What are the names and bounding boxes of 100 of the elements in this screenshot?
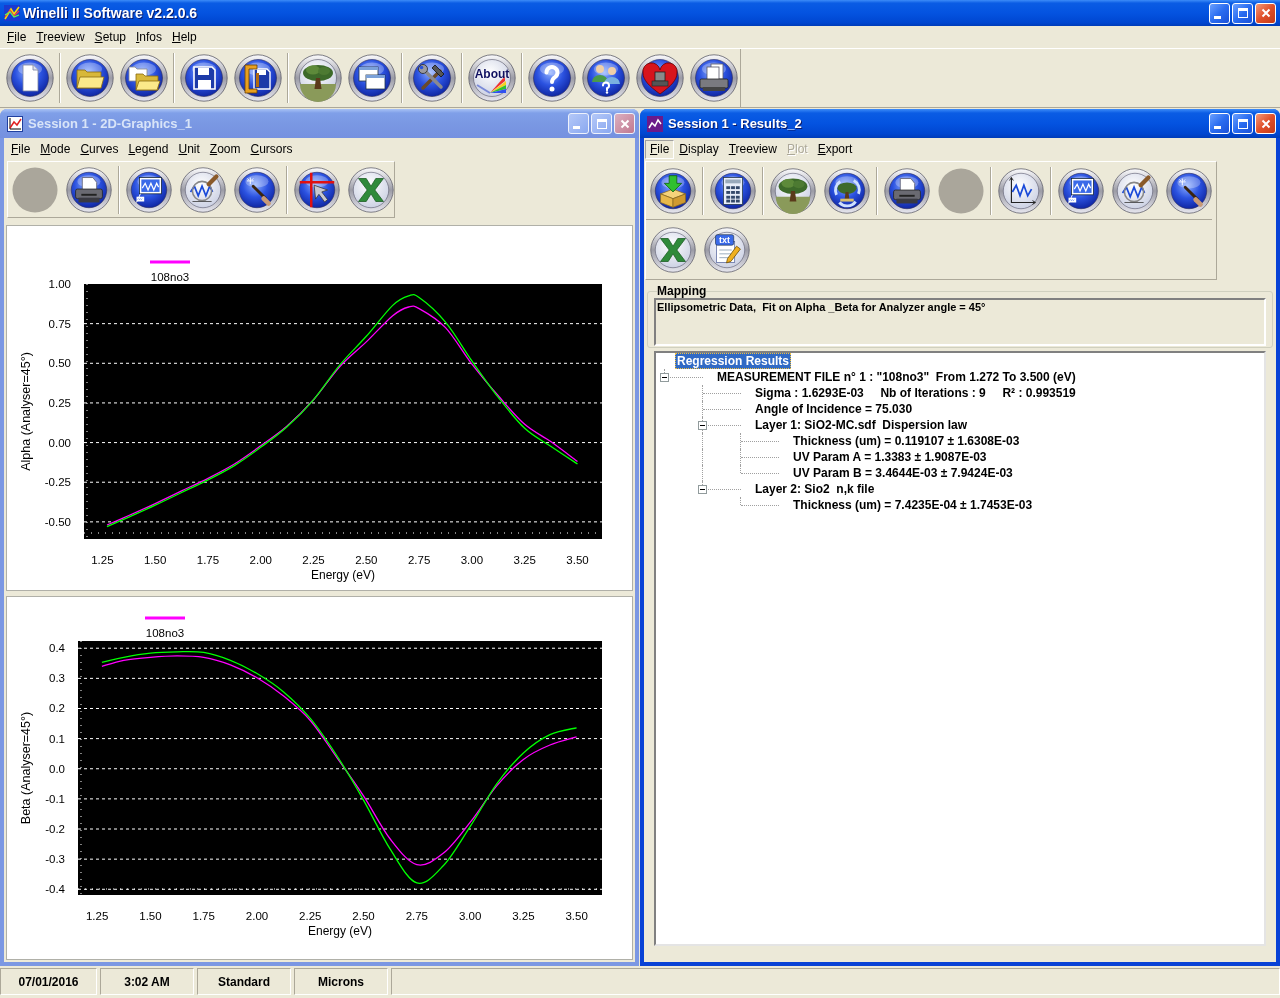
line-chart-icon xyxy=(4,5,20,21)
calculator-icon[interactable] xyxy=(710,167,756,214)
tree-icon[interactable] xyxy=(770,167,816,214)
menu-item[interactable]: File xyxy=(645,139,675,159)
x-tick-label: 2.25 xyxy=(299,910,322,922)
window-title: Winelli II Software v2.2.0.6 xyxy=(23,3,199,23)
y-tick-label: 0.75 xyxy=(48,317,71,330)
x-mark-icon[interactable] xyxy=(650,226,696,273)
collapse-icon[interactable] xyxy=(698,485,707,494)
status-panel: Standard xyxy=(197,968,291,995)
magnifier-chart-icon[interactable] xyxy=(180,166,226,213)
notepad-button[interactable]: txt xyxy=(704,226,750,273)
y-tick-label: 0.50 xyxy=(48,357,71,370)
menu-item[interactable]: Mode xyxy=(35,139,76,159)
people-question-icon[interactable] xyxy=(582,54,630,102)
printer-icon[interactable] xyxy=(66,166,112,213)
floppy-disk-icon[interactable] xyxy=(180,54,228,102)
y-tick-label: 1.00 xyxy=(48,278,71,290)
maximize-icon xyxy=(1237,118,1248,129)
menu-item[interactable]: Treeview xyxy=(723,139,782,159)
tree-item[interactable]: Layer 1: SiO2-MC.sdf Dispersion law xyxy=(753,417,970,433)
tree-item[interactable]: Regression Results xyxy=(675,353,792,369)
x-mark-icon[interactable] xyxy=(348,166,394,213)
x-tick-label: 2.25 xyxy=(302,554,325,566)
tree-item[interactable]: Thickness (um) = 7.4235E-04 ± 1.7453E-03 xyxy=(791,497,1035,513)
x-tick-label: 2.50 xyxy=(355,554,378,566)
minimize-icon xyxy=(1214,126,1221,129)
x-tick-label: 1.25 xyxy=(91,554,114,566)
printer-icon[interactable] xyxy=(884,167,930,214)
x-tick-label: 3.00 xyxy=(458,910,482,922)
menu-item[interactable]: Treeview xyxy=(31,27,90,47)
tree-item[interactable]: Sigma : 1.6293E-03 Nb of Iterations : 9 R² : 0.993519 xyxy=(753,385,1078,401)
x-tick-label: 1.75 xyxy=(192,910,215,922)
maximize-icon xyxy=(1237,8,1248,18)
tree-item[interactable]: Layer 2: Sio2 n,k file xyxy=(753,481,877,497)
chart-window-icon[interactable] xyxy=(126,166,172,213)
folders-icon[interactable] xyxy=(120,54,168,102)
tree-icon[interactable] xyxy=(294,54,342,102)
chart-window-icon[interactable] xyxy=(1058,167,1104,214)
menu-item[interactable]: Zoom xyxy=(204,139,246,159)
tree-item[interactable]: MEASUREMENT FILE n° 1 : "108no3" From 1.272 To 3.500 (eV) xyxy=(715,369,1078,385)
close-icon xyxy=(1260,118,1271,129)
xy-graph-icon[interactable] xyxy=(998,167,1044,214)
notepad-pencil-icon xyxy=(704,226,750,273)
x-axis-title: Energy (eV) xyxy=(311,568,375,582)
crosshair-cursor-icon[interactable] xyxy=(294,166,340,213)
menu-item[interactable]: Help xyxy=(167,27,202,47)
menu-item[interactable]: Export xyxy=(812,139,858,159)
menu-item[interactable]: Legend xyxy=(123,139,174,159)
collapse-icon[interactable] xyxy=(660,373,669,382)
close-button[interactable] xyxy=(614,113,635,134)
menu-item[interactable]: File xyxy=(6,139,36,159)
menu-item[interactable]: Display xyxy=(674,139,724,159)
x-tick-label: 1.25 xyxy=(86,910,109,922)
menu-item[interactable]: File xyxy=(2,27,32,47)
y-tick-label: 0.2 xyxy=(49,702,65,715)
document-icon[interactable] xyxy=(6,54,54,102)
menu-item[interactable]: Cursors xyxy=(245,139,298,159)
tree-item[interactable]: Angle of Incidence = 75.030 xyxy=(753,401,915,417)
collapse-icon[interactable] xyxy=(698,421,707,430)
tree-item[interactable]: UV Param A = 1.3383 ± 1.9087E-03 xyxy=(791,449,989,465)
close-icon xyxy=(1260,8,1271,18)
legend-label: 108no3 xyxy=(145,627,185,639)
printer-pages-icon[interactable] xyxy=(690,54,738,102)
y-tick-label: -0.1 xyxy=(45,792,65,805)
magic-wand-icon[interactable] xyxy=(1166,167,1212,214)
y-tick-label: -0.25 xyxy=(44,476,71,489)
y-tick-label: 0.25 xyxy=(48,396,71,409)
x-tick-label: 3.25 xyxy=(513,554,536,566)
about-button[interactable]: About xyxy=(468,54,516,102)
text-field[interactable]: Ellipsometric Data, Fit on Alpha _Beta for Analyzer angle = 45° xyxy=(654,298,1266,346)
y-axis-title: Beta (Analyser=45°) xyxy=(19,711,33,825)
menu-item[interactable]: Setup xyxy=(89,27,131,47)
help-icon[interactable] xyxy=(528,54,576,102)
folder-icon[interactable] xyxy=(66,54,114,102)
status-panel: Microns xyxy=(294,968,388,995)
menu-item[interactable]: Unit xyxy=(173,139,205,159)
y-tick-label: -0.4 xyxy=(45,883,65,896)
magnifier-chart-icon[interactable] xyxy=(1112,167,1158,214)
menu-item[interactable]: Infos xyxy=(131,27,167,47)
y-tick-label: -0.3 xyxy=(45,853,65,866)
maximize-icon xyxy=(596,118,607,129)
y-tick-label: 0.3 xyxy=(49,672,65,685)
tree-item[interactable]: Thickness (um) = 0.119107 ± 1.6308E-03 xyxy=(791,433,1022,449)
windows-icon[interactable] xyxy=(348,54,396,102)
group-label: Mapping xyxy=(657,285,707,298)
tree-item[interactable]: UV Param B = 3.4644E-03 ± 7.9424E-03 xyxy=(791,465,1015,481)
tree-recycle-icon[interactable] xyxy=(824,167,870,214)
menu-item[interactable]: Curves xyxy=(75,139,124,159)
x-tick-label: 1.75 xyxy=(196,554,220,566)
clamp-disk-icon[interactable] xyxy=(234,54,282,102)
close-icon xyxy=(619,118,630,129)
hammer-wrench-icon[interactable] xyxy=(408,54,456,102)
window-title: Session 1 - 2D-Graphics_1 xyxy=(28,114,193,133)
download-box-icon[interactable] xyxy=(650,167,696,214)
y-tick-label: 0.4 xyxy=(49,642,65,655)
x-tick-label: 3.50 xyxy=(566,554,589,566)
x-tick-label: 1.50 xyxy=(143,554,167,566)
y-axis-title: Alpha (Analyser=45°) xyxy=(19,352,33,471)
magic-wand-icon[interactable] xyxy=(234,166,280,213)
